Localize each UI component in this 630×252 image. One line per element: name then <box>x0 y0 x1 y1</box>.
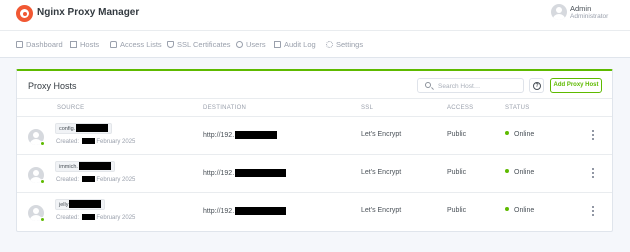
search-input[interactable] <box>438 81 522 91</box>
table-row[interactable]: immich. Created: February 2025 http://19… <box>17 154 612 192</box>
nav-ssl-certificates[interactable]: SSL Certificates <box>167 40 231 49</box>
access-value: Public <box>447 207 467 214</box>
redacted-block <box>69 200 102 208</box>
redacted-block <box>76 124 109 132</box>
ssl-value: Let's Encrypt <box>361 131 402 138</box>
column-header-status: STATUS <box>505 105 530 111</box>
created-date: Created: February 2025 <box>56 176 136 183</box>
status-badge: Online <box>505 131 534 138</box>
table-header: SOURCE DESTINATION SSL ACCESS STATUS <box>17 98 612 116</box>
ssl-value: Let's Encrypt <box>361 207 402 214</box>
table-row[interactable]: config. Created: February 2025 http://19… <box>17 116 612 154</box>
redacted-block <box>81 176 95 182</box>
nav-audit-log[interactable]: Audit Log <box>274 40 316 49</box>
redacted-block <box>235 131 278 139</box>
status-badge: Online <box>505 169 534 176</box>
nav-hosts[interactable]: Hosts <box>70 40 99 49</box>
user-avatar[interactable] <box>551 4 567 20</box>
redacted-block <box>235 169 287 177</box>
add-proxy-host-button[interactable]: Add Proxy Host <box>550 78 602 93</box>
search-icon <box>425 82 431 88</box>
app-title[interactable]: Nginx Proxy Manager <box>37 7 139 18</box>
source-domain[interactable]: immich. <box>55 161 115 172</box>
row-menu-icon[interactable] <box>588 166 598 180</box>
row-menu-icon[interactable] <box>588 204 598 218</box>
row-menu-icon[interactable] <box>588 128 598 142</box>
created-date: Created: February 2025 <box>56 214 136 221</box>
search-box[interactable] <box>417 78 524 93</box>
online-dot-icon <box>40 179 45 184</box>
column-header-access: ACCESS <box>447 105 474 111</box>
destination: http://192. <box>203 131 278 139</box>
created-date: Created: February 2025 <box>56 138 136 145</box>
card-title: Proxy Hosts <box>28 81 77 91</box>
users-icon <box>236 41 243 48</box>
top-bar: Nginx Proxy Manager Admin Administrator <box>0 0 630 30</box>
source-domain[interactable]: config. <box>55 123 113 134</box>
column-header-ssl: SSL <box>361 105 374 111</box>
status-dot-icon <box>505 131 509 135</box>
status-dot-icon <box>505 207 509 211</box>
ssl-value: Let's Encrypt <box>361 169 402 176</box>
lock-icon <box>110 41 117 48</box>
destination: http://192. <box>203 169 287 177</box>
source-domain[interactable]: jelly <box>55 199 106 210</box>
book-icon <box>274 41 281 48</box>
status-badge: Online <box>505 207 534 214</box>
redacted-block <box>81 138 95 144</box>
access-value: Public <box>447 169 467 176</box>
destination: http://192. <box>203 207 287 215</box>
app-logo-icon[interactable] <box>16 5 33 22</box>
column-header-source: SOURCE <box>57 105 85 111</box>
redacted-block <box>78 162 111 170</box>
home-icon <box>16 41 23 48</box>
status-dot-icon <box>505 169 509 173</box>
shield-icon <box>167 41 174 48</box>
redacted-block <box>235 207 287 215</box>
nav-settings[interactable]: Settings <box>326 40 363 49</box>
access-value: Public <box>447 131 467 138</box>
online-dot-icon <box>40 141 45 146</box>
nav-access-lists[interactable]: Access Lists <box>110 40 162 49</box>
table-row[interactable]: jelly Created: February 2025 http://192.… <box>17 192 612 230</box>
redacted-block <box>81 214 95 220</box>
column-header-destination: DESTINATION <box>203 105 247 111</box>
online-dot-icon <box>40 217 45 222</box>
user-name[interactable]: Admin <box>570 4 591 13</box>
user-role: Administrator <box>570 13 609 20</box>
help-icon: ? <box>533 82 541 90</box>
server-icon <box>70 41 77 48</box>
gear-icon <box>326 41 333 48</box>
nav-dashboard[interactable]: Dashboard <box>16 40 63 49</box>
proxy-hosts-card: Proxy Hosts ? Add Proxy Host SOURCE DEST… <box>16 69 613 232</box>
main-nav: Dashboard Hosts Access Lists SSL Certifi… <box>0 30 630 58</box>
nav-users[interactable]: Users <box>236 40 266 49</box>
help-button[interactable]: ? <box>529 78 544 93</box>
